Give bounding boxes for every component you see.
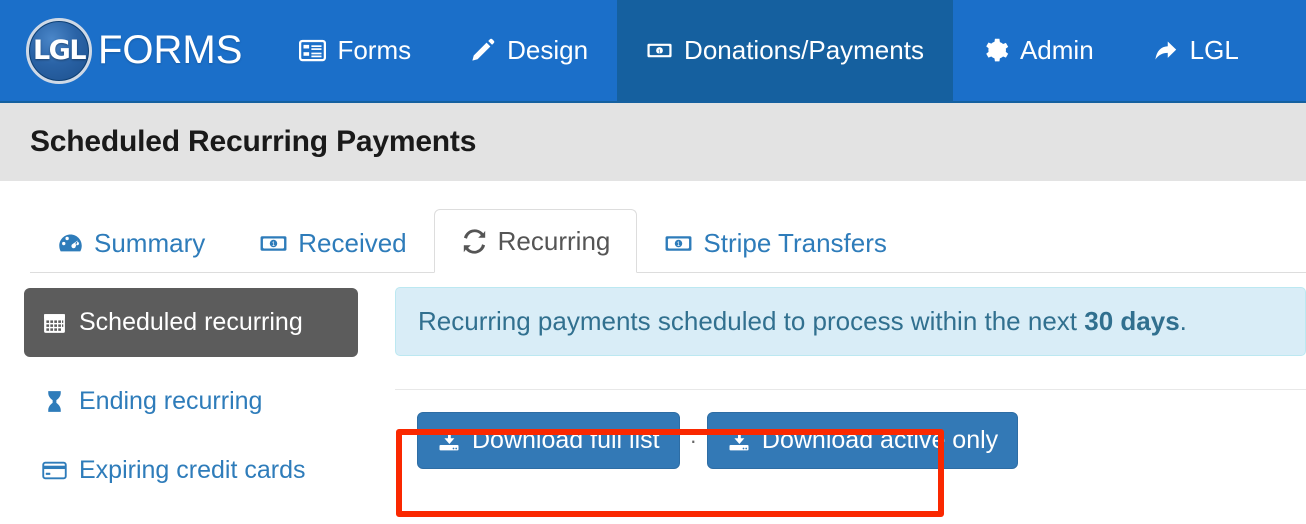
tachometer-icon [57, 230, 84, 257]
nav-item-admin[interactable]: Admin [953, 0, 1123, 101]
tab-recurring[interactable]: Recurring [433, 209, 638, 273]
alert-text-after: . [1179, 306, 1187, 336]
nav-item-label: Donations/Payments [684, 35, 924, 65]
brand-logo[interactable]: LGL FORMS [0, 0, 270, 101]
money-bill-icon: 1 [664, 231, 693, 256]
sidebar-item-scheduled-recurring[interactable]: Scheduled recurring [24, 288, 358, 357]
tab-stripe-transfers[interactable]: 1 Stripe Transfers [637, 215, 914, 273]
download-active-only-button[interactable]: Download active only [706, 412, 1019, 469]
brand-wordmark: FORMS [98, 28, 243, 72]
button-label: Download full list [472, 426, 660, 454]
share-arrow-icon [1152, 37, 1179, 64]
svg-text:1: 1 [658, 49, 661, 55]
nav-item-label: LGL [1189, 35, 1239, 65]
tab-label: Received [298, 228, 407, 258]
tab-received[interactable]: 1 Received [232, 215, 433, 273]
calendar-icon [42, 310, 67, 335]
top-navbar: LGL FORMS Forms Design 1 Donations/Payme… [0, 0, 1306, 103]
tab-bar: Summary 1 Received Recurring 1 Stripe Tr… [0, 181, 1306, 273]
tab-label: Stripe Transfers [703, 228, 887, 258]
page-title-bar: Scheduled Recurring Payments [0, 103, 1306, 181]
download-full-list-button[interactable]: Download full list [417, 412, 680, 469]
list-alt-icon [299, 37, 327, 64]
tab-summary[interactable]: Summary [30, 215, 232, 273]
sidebar-item-label: Ending recurring [79, 387, 263, 415]
alert-highlight: 30 days [1084, 306, 1180, 336]
sidebar-item-label: Scheduled recurring [79, 308, 303, 336]
logo-badge-text: LGL [32, 35, 87, 66]
download-icon [727, 429, 751, 453]
button-label: Download active only [761, 426, 999, 454]
alert-text-before: Recurring payments scheduled to process … [418, 306, 1085, 336]
svg-text:1: 1 [272, 241, 276, 248]
page-title: Scheduled Recurring Payments [30, 125, 477, 158]
money-bill-icon: 1 [646, 37, 673, 64]
svg-text:1: 1 [677, 241, 681, 248]
download-button-row: Download full list · Download active onl… [395, 412, 1306, 469]
navbar-items: Forms Design 1 Donations/Payments Admin … [270, 0, 1306, 101]
main-panel: Recurring payments scheduled to process … [395, 287, 1306, 498]
gear-icon [982, 37, 1009, 64]
tab-label: Summary [94, 228, 206, 258]
sidebar-item-expiring-credit-cards[interactable]: Expiring credit cards [24, 441, 395, 500]
credit-card-icon [42, 458, 67, 483]
sidebar-nav: Scheduled recurring Ending recurring Exp… [0, 287, 395, 498]
download-actions: Download full list · Download active onl… [395, 390, 1306, 469]
nav-item-lgl[interactable]: LGL [1123, 0, 1268, 101]
pencil-icon [469, 37, 496, 64]
info-alert: Recurring payments scheduled to process … [395, 287, 1306, 356]
money-bill-icon: 1 [259, 231, 288, 256]
lgl-circle-logo-icon: LGL [26, 17, 92, 84]
hourglass-icon [42, 389, 67, 414]
sidebar-item-ending-recurring[interactable]: Ending recurring [24, 372, 395, 431]
download-icon [437, 429, 461, 453]
tab-label: Recurring [497, 226, 611, 256]
nav-item-label: Design [507, 35, 589, 65]
sidebar-item-label: Expiring credit cards [79, 456, 306, 484]
nav-item-label: Admin [1019, 35, 1094, 65]
nav-item-label: Forms [337, 35, 412, 65]
nav-item-donations-payments[interactable]: 1 Donations/Payments [617, 0, 953, 101]
nav-item-design[interactable]: Design [440, 0, 617, 101]
refresh-icon [461, 228, 488, 255]
nav-item-forms[interactable]: Forms [270, 0, 440, 101]
content-area: Scheduled recurring Ending recurring Exp… [0, 273, 1306, 498]
button-separator: · [689, 427, 697, 453]
